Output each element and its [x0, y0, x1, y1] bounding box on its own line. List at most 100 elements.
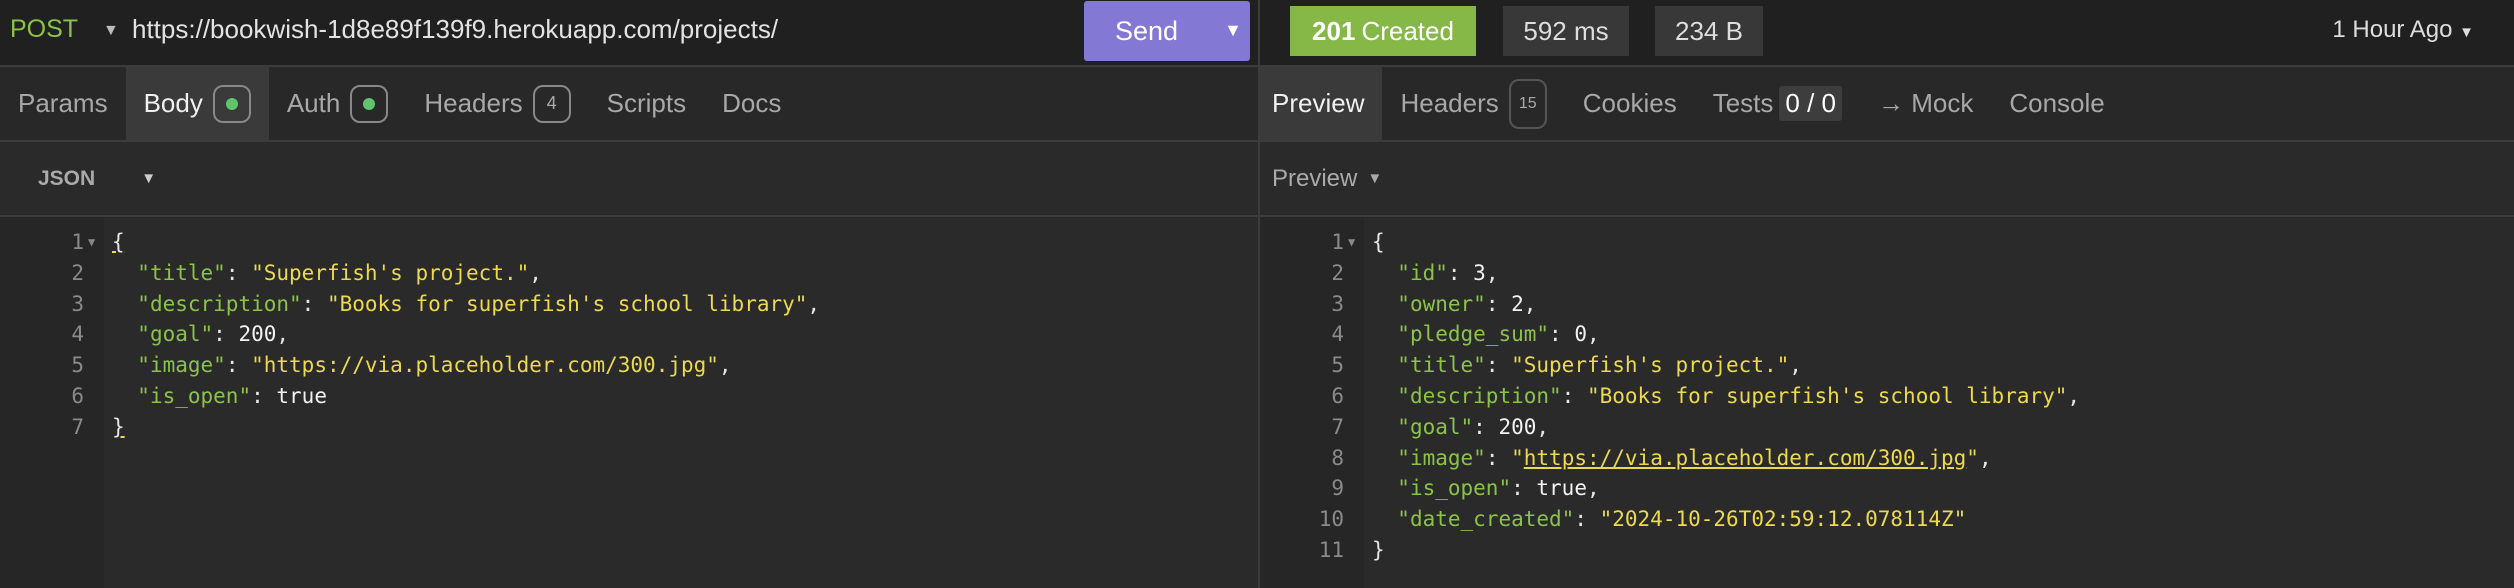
request-pane: POST ▼ https://bookwish-1d8e89f139f9.her… — [0, 0, 1258, 588]
json-punctuation: : — [1574, 507, 1600, 532]
json-string: "2024-10-26T02:59:12.078114Z" — [1599, 507, 1967, 532]
json-punctuation: : — [1549, 322, 1575, 347]
json-key: "goal" — [137, 322, 214, 347]
tab-label: Auth — [286, 88, 341, 118]
tab-response-headers[interactable]: Headers 15 — [1382, 67, 1564, 140]
code-line: 1 ▼ { — [0, 227, 1258, 258]
tab-docs[interactable]: Docs — [704, 67, 799, 140]
tab-tests[interactable]: Tests 0 / 0 — [1695, 67, 1860, 140]
code-line: 5 "image": "https://via.placeholder.com/… — [0, 350, 1258, 381]
tab-console[interactable]: Console — [1991, 67, 2122, 140]
tab-label: Headers — [424, 88, 523, 118]
json-punctuation: : — [1473, 414, 1499, 439]
json-punctuation: , — [1485, 260, 1499, 285]
json-string: "Books for superfish's school library" — [326, 291, 808, 316]
chevron-down-icon: ▼ — [141, 170, 157, 187]
request-body-editor[interactable]: 1 ▼{2 "title": "Superfish's project.", 3 "… — [0, 217, 1258, 588]
method-select[interactable]: POST — [10, 15, 78, 44]
code-lines: 1 ▼{2 "title": "Superfish's project.", 3 "… — [0, 227, 1258, 443]
request-tabs: Params Body Auth Headers 4 Scripts Docs — [0, 67, 1258, 142]
line-number: 2 — [71, 260, 84, 285]
tab-body[interactable]: Body — [125, 67, 269, 140]
response-tabs: Preview Headers 15 Cookies Tests 0 / 0 → M… — [1260, 67, 2514, 142]
tab-label: Docs — [722, 88, 782, 118]
tab-label: Preview — [1272, 88, 1365, 118]
json-string: " — [1511, 445, 1524, 470]
json-string: "Superfish's project." — [1511, 353, 1790, 378]
line-text: } — [1372, 535, 1385, 566]
tab-scripts[interactable]: Scripts — [589, 67, 704, 140]
fold-toggle-icon[interactable]: ▼ — [88, 227, 95, 258]
line-text: { — [112, 227, 125, 258]
json-value: true — [276, 383, 327, 408]
tab-mock[interactable]: → Mock — [1860, 67, 1991, 140]
line-text: "image": "https://via.placeholder.com/30… — [1372, 443, 1992, 474]
line-text: "goal": 200, — [1372, 412, 1549, 443]
send-options-chevron-icon[interactable]: ▼ — [1224, 20, 1242, 41]
code-line: 7} — [0, 412, 1258, 443]
json-punctuation: : — [1485, 291, 1512, 316]
line-number: 9 — [1331, 476, 1344, 501]
line-text: "owner": 2, — [1372, 289, 1536, 320]
json-punctuation — [1372, 415, 1397, 439]
method-caret-icon[interactable]: ▼ — [103, 22, 119, 40]
send-button[interactable]: Send ▼ — [1084, 1, 1250, 61]
url-input[interactable]: https://bookwish-1d8e89f139f9.herokuapp.… — [132, 14, 778, 45]
json-key: "goal" — [1397, 414, 1474, 439]
tab-preview[interactable]: Preview — [1260, 67, 1383, 140]
preview-mode-select[interactable]: Preview ▼ — [1272, 165, 1382, 193]
json-punctuation: , — [276, 322, 290, 347]
json-key: "description" — [137, 291, 302, 316]
json-punctuation — [1372, 446, 1397, 470]
tab-label: Scripts — [606, 88, 687, 118]
body-status-indicator — [212, 84, 251, 123]
json-punctuation: { — [112, 230, 125, 254]
line-text: "pledge_sum": 0, — [1372, 319, 1600, 350]
response-status-bar: 201 Created 592 ms 234 B 1 Hour Ago ▼ — [1260, 0, 2514, 67]
line-text: "description": "Books for superfish's sc… — [112, 289, 820, 320]
json-punctuation — [112, 292, 137, 316]
json-punctuation — [1372, 507, 1397, 531]
json-key: "title" — [1397, 353, 1486, 378]
line-number: 10 — [1318, 507, 1344, 532]
json-punctuation: , — [1523, 291, 1537, 316]
green-dot-icon — [225, 97, 238, 110]
line-number: 3 — [1331, 291, 1344, 316]
code-line: 8 "image": "https://via.placeholder.com/… — [1260, 443, 2514, 474]
tab-params[interactable]: Params — [0, 67, 126, 140]
tab-label: Console — [2009, 88, 2105, 118]
json-value: true — [1536, 476, 1587, 501]
chevron-down-icon: ▼ — [1367, 170, 1383, 187]
line-text: "image": "https://via.placeholder.com/30… — [112, 350, 731, 381]
code-line: 6 "is_open": true — [0, 381, 1258, 412]
request-url-bar: POST ▼ https://bookwish-1d8e89f139f9.her… — [0, 0, 1258, 67]
json-value: 2 — [1511, 291, 1524, 316]
json-key: "owner" — [1397, 291, 1486, 316]
json-string: "https://via.placeholder.com/300.jpg" — [251, 353, 719, 378]
json-string: " — [1966, 445, 1979, 470]
line-number: 2 — [1331, 260, 1344, 285]
json-punctuation: : — [225, 260, 252, 285]
body-format-select[interactable]: JSON ▼ — [38, 167, 156, 191]
tab-label: Cookies — [1582, 88, 1677, 118]
json-punctuation: , — [2067, 383, 2081, 408]
line-number: 6 — [1331, 383, 1344, 408]
fold-toggle-icon[interactable]: ▼ — [1348, 227, 1355, 258]
json-key: "is_open" — [1397, 476, 1512, 501]
history-dropdown[interactable]: 1 Hour Ago ▼ — [2332, 16, 2474, 44]
tab-auth[interactable]: Auth — [269, 67, 407, 140]
json-punctuation: , — [807, 291, 821, 316]
line-text: "goal": 200, — [112, 319, 289, 350]
json-punctuation: , — [1586, 322, 1600, 347]
line-number: 5 — [71, 353, 84, 378]
json-punctuation: : — [1511, 476, 1537, 501]
tab-cookies[interactable]: Cookies — [1565, 67, 1695, 140]
json-link[interactable]: https://via.placeholder.com/300.jpg — [1524, 446, 1967, 470]
line-text: { — [1372, 227, 1385, 258]
code-line: 1 ▼ { — [1260, 227, 2514, 258]
tab-headers[interactable]: Headers 4 — [406, 67, 588, 140]
json-punctuation: , — [1978, 445, 1992, 470]
code-line: 9 "is_open": true, — [1260, 473, 2514, 504]
code-line: 6 "description": "Books for superfish's … — [1260, 381, 2514, 412]
preview-mode-label: Preview — [1272, 164, 1358, 192]
